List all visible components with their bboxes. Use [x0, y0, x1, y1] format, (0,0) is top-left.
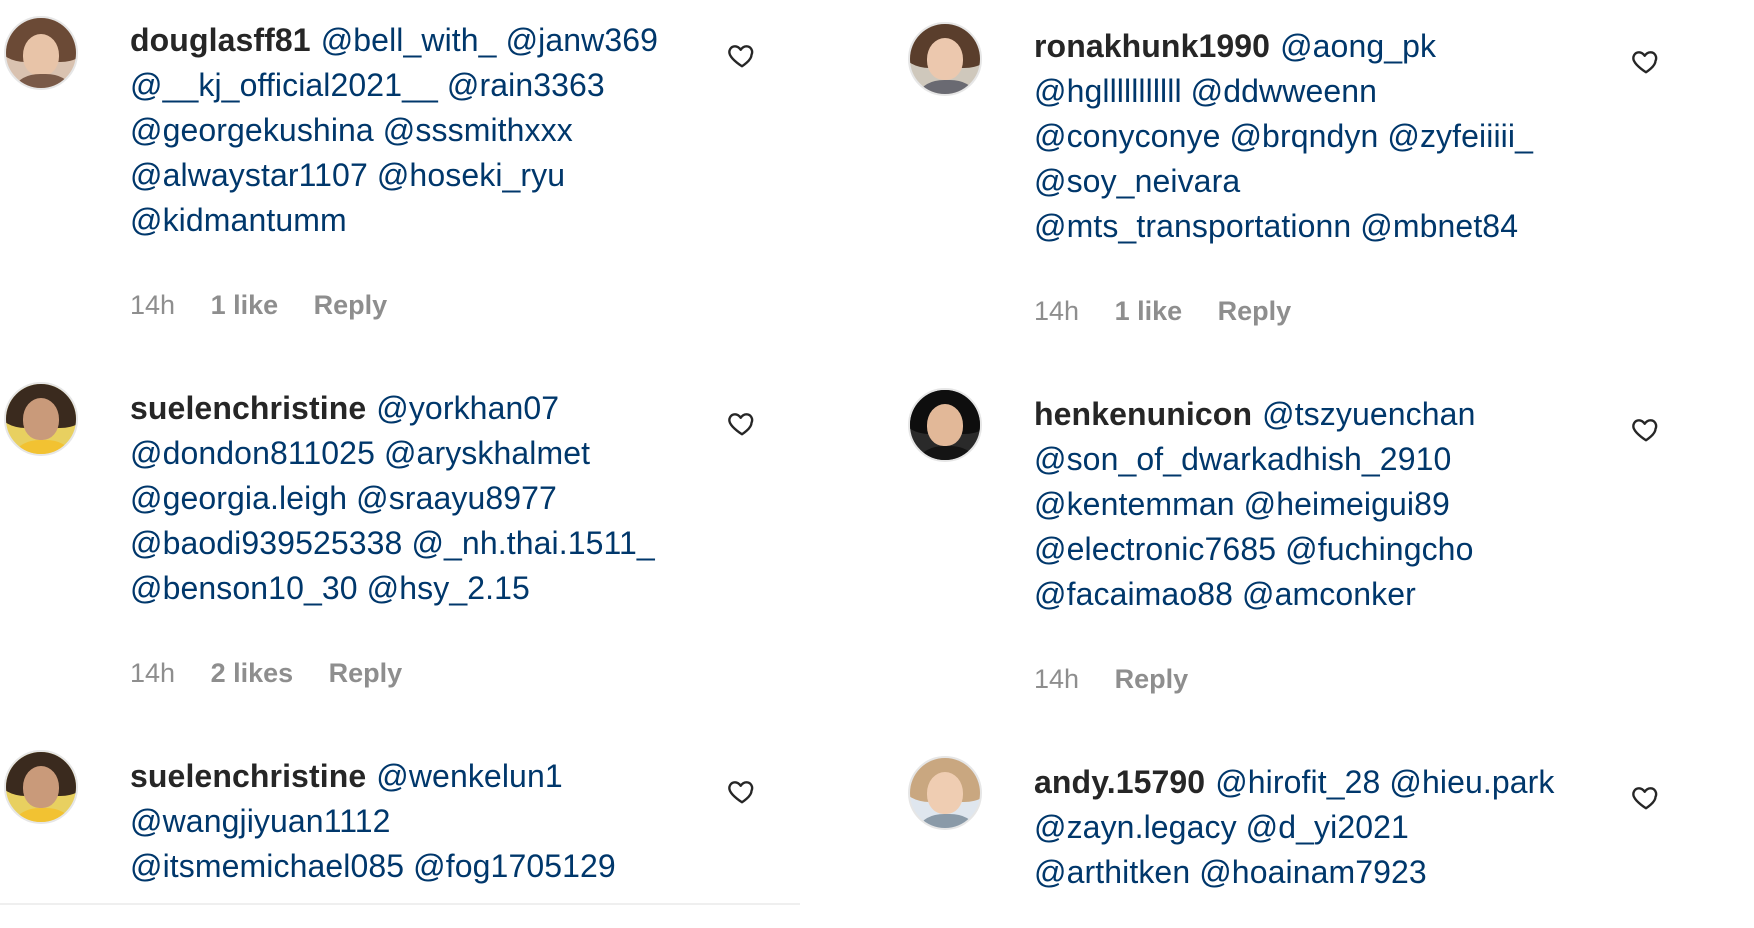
comment-mentions[interactable]: @itsmemichael085 @fog1705129 [130, 848, 616, 884]
heart-outline-icon[interactable] [727, 776, 757, 806]
reply-button[interactable]: Reply [1115, 664, 1189, 694]
comment-time[interactable]: 14h [1034, 296, 1079, 326]
heart-outline-icon[interactable] [1631, 414, 1661, 444]
comment-mentions[interactable]: @conyconye @brqndyn @zyfeiiiii_ [1034, 118, 1533, 154]
heart-outline-icon[interactable] [1631, 46, 1661, 76]
comment-mentions[interactable]: @zayn.legacy @d_yi2021 [1034, 809, 1409, 845]
comment-mentions[interactable]: @wangjiyuan1112 [130, 803, 391, 839]
comment-text: suelenchristine @wenkelun1 @wangjiyuan111… [130, 754, 690, 889]
comment-mentions[interactable]: @benson10_30 @hsy_2.15 [130, 570, 530, 606]
comment-mentions[interactable]: @hirofit_28 @hieu.park [1215, 764, 1554, 800]
comment-mentions[interactable]: @bell_with_ @janw369 [321, 22, 658, 58]
heart-outline-icon[interactable] [1631, 782, 1661, 812]
comment-mentions[interactable]: @soy_neivara [1034, 163, 1240, 199]
comment-text: henkenunicon @tszyuenchan @son_of_dwarkad… [1034, 392, 1594, 617]
avatar[interactable] [4, 750, 78, 824]
comment-meta: 14h 2 likes Reply [130, 658, 430, 689]
comment-mentions[interactable]: @hglllllllllll @ddwweenn [1034, 73, 1377, 109]
comment-likes[interactable]: 1 like [211, 290, 279, 320]
comment-mentions[interactable]: @arthitken @hoainam7923 [1034, 854, 1427, 890]
comment-username[interactable]: andy.15790 [1034, 764, 1205, 800]
comment-mentions[interactable]: @electronic7685 @fuchingcho [1034, 531, 1473, 567]
avatar[interactable] [908, 756, 982, 830]
comment-text: douglasff81 @bell_with_ @janw369 @__kj_of… [130, 18, 690, 243]
comment-likes[interactable]: 1 like [1115, 296, 1183, 326]
comment-mentions[interactable]: @georgia.leigh @sraayu8977 [130, 480, 557, 516]
heart-outline-icon[interactable] [727, 408, 757, 438]
comment-meta: 14h 1 like Reply [1034, 296, 1319, 327]
comment-mentions[interactable]: @alwaystar1107 @hoseki_ryu [130, 157, 565, 193]
comment-username[interactable]: suelenchristine [130, 390, 366, 426]
comment-mentions[interactable]: @tszyuenchan [1262, 396, 1475, 432]
comment-mentions[interactable]: @aong_pk [1280, 28, 1436, 64]
divider [0, 903, 800, 905]
comment-mentions[interactable]: @kidmantumm [130, 202, 347, 238]
comment-time[interactable]: 14h [130, 290, 175, 320]
comment-username[interactable]: ronakhunk1990 [1034, 28, 1270, 64]
heart-outline-icon[interactable] [727, 40, 757, 70]
comment-meta: 14h 1 like Reply [130, 290, 415, 321]
avatar[interactable] [908, 388, 982, 462]
comment-mentions[interactable]: @kentemman @heimeigui89 [1034, 486, 1450, 522]
comment-text: andy.15790 @hirofit_28 @hieu.park @zayn.l… [1034, 760, 1594, 895]
comment-username[interactable]: suelenchristine [130, 758, 366, 794]
comment-mentions[interactable]: @mts_transportationn @mbnet84 [1034, 208, 1518, 244]
comment-mentions[interactable]: @yorkhan07 [376, 390, 559, 426]
comment-mentions[interactable]: @wenkelun1 [376, 758, 562, 794]
comment-mentions[interactable]: @baodi939525338 @_nh.thai.1511_ [130, 525, 655, 561]
comment-username[interactable]: douglasff81 [130, 22, 311, 58]
comment-meta: 14h Reply [1034, 664, 1216, 695]
comment-time[interactable]: 14h [130, 658, 175, 688]
comment-mentions[interactable]: @__kj_official2021__ @rain3363 [130, 67, 605, 103]
comment-mentions[interactable]: @dondon811025 @aryskhalmet [130, 435, 590, 471]
avatar[interactable] [908, 22, 982, 96]
comment-username[interactable]: henkenunicon [1034, 396, 1252, 432]
reply-button[interactable]: Reply [1218, 296, 1292, 326]
reply-button[interactable]: Reply [329, 658, 403, 688]
avatar[interactable] [4, 382, 78, 456]
comment-mentions[interactable]: @georgekushina @sssmithxxx [130, 112, 573, 148]
comment-mentions[interactable]: @son_of_dwarkadhish_2910 [1034, 441, 1451, 477]
comment-text: suelenchristine @yorkhan07 @dondon811025 … [130, 386, 690, 611]
comment-mentions[interactable]: @facaimao88 @amconker [1034, 576, 1416, 612]
comment-text: ronakhunk1990 @aong_pk @hglllllllllll @dd… [1034, 24, 1594, 249]
reply-button[interactable]: Reply [314, 290, 388, 320]
avatar[interactable] [4, 16, 78, 90]
comment-likes[interactable]: 2 likes [211, 658, 294, 688]
comment-time[interactable]: 14h [1034, 664, 1079, 694]
